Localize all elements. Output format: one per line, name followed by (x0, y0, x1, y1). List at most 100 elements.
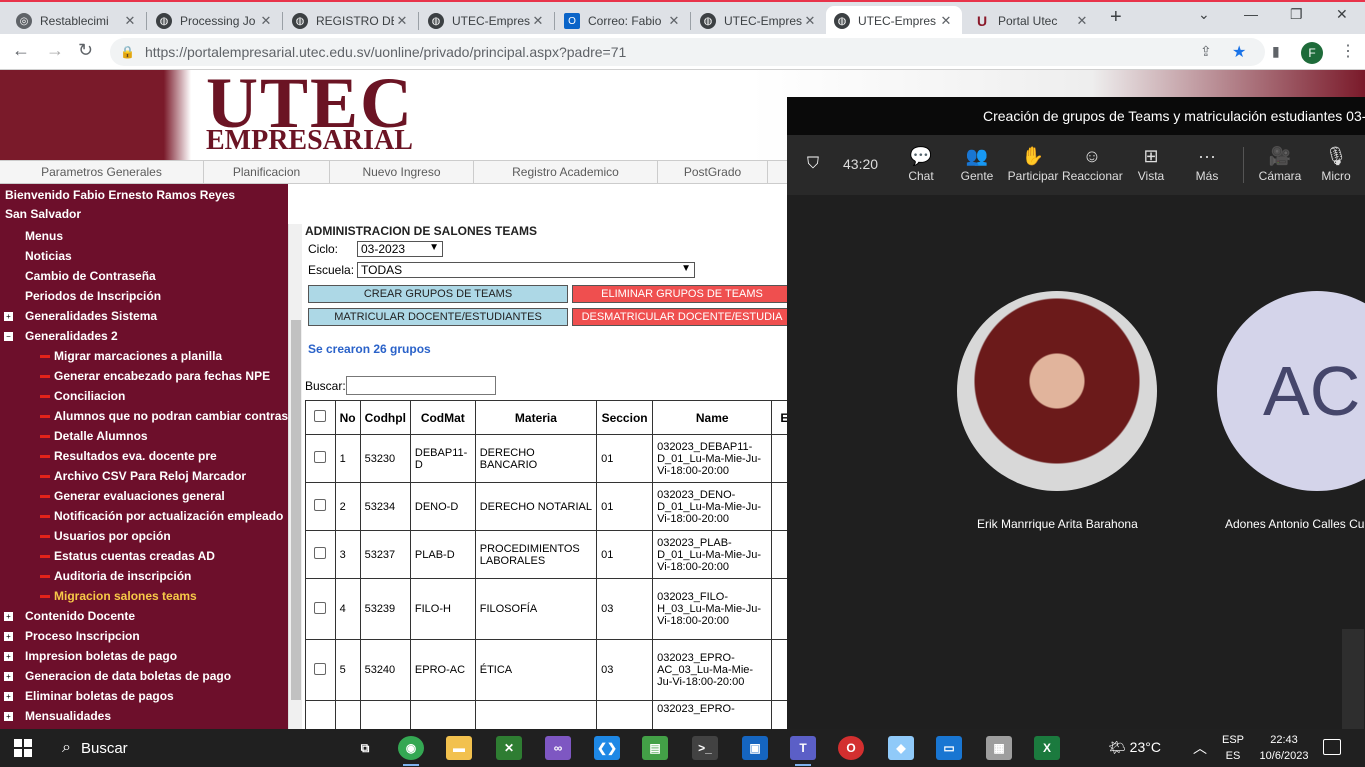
close-tab-icon[interactable]: ✕ (394, 13, 410, 29)
sidebar-item-label[interactable]: Migracion salones teams (54, 589, 197, 603)
ciclo-select[interactable]: 03-2023 ▼ (357, 241, 443, 257)
people-button[interactable]: 👥 Gente (947, 145, 1007, 183)
sidebar-item-label[interactable]: Notificación por actualización empleado (54, 509, 283, 523)
close-tab-icon[interactable]: ✕ (666, 13, 682, 29)
chrome-taskbar-icon[interactable]: ◉ (398, 736, 424, 766)
browser-tab[interactable]: U Portal Utec ✕ (966, 6, 1098, 36)
sidebar-item-label[interactable]: Generalidades Sistema (25, 309, 157, 323)
menu-registro-academico[interactable]: Registro Academico (474, 161, 658, 184)
browser-tab-active[interactable]: ◍ UTEC-Empres ✕ (826, 6, 962, 36)
terminal-icon[interactable]: >_ (692, 736, 718, 760)
browser-tab[interactable]: ◎ Restablecimi ✕ (8, 6, 146, 36)
sidebar-item-label[interactable]: Impresion boletas de pago (25, 649, 177, 663)
sidebar-item-label[interactable]: Estatus cuentas creadas AD (54, 549, 215, 563)
sync-app-icon[interactable]: ✕ (496, 736, 522, 760)
expand-icon[interactable]: + (4, 632, 13, 641)
close-tab-icon[interactable]: ✕ (802, 13, 818, 29)
more-button[interactable]: ··· Más (1177, 145, 1237, 183)
windows-start-button[interactable] (14, 739, 32, 757)
menu-icon[interactable]: ⋮ (1340, 41, 1356, 61)
notes-app-icon[interactable]: ◆ (888, 736, 914, 760)
browser-tab[interactable]: ◍ REGISTRO DE ✕ (284, 6, 418, 36)
expand-icon[interactable]: + (4, 672, 13, 681)
mic-button[interactable]: 🎙 Micro (1306, 145, 1365, 183)
sidebar-item-label[interactable]: Migrar marcaciones a planilla (54, 349, 222, 363)
search-input[interactable] (346, 376, 496, 395)
create-teams-groups-button[interactable]: CREAR GRUPOS DE TEAMS (308, 285, 568, 303)
visual-studio-icon[interactable]: ∞ (545, 736, 571, 760)
sidebar-item-label[interactable]: Generacion de data boletas de pago (25, 669, 231, 683)
teams-icon[interactable]: T (790, 736, 816, 766)
tab-search-icon[interactable]: ⌄ (1198, 6, 1210, 23)
sidebar-item-label[interactable]: Conciliacion (54, 389, 125, 403)
select-all-checkbox[interactable] (314, 410, 327, 422)
calculator-icon[interactable]: ▦ (986, 736, 1012, 760)
browser-tab[interactable]: ◍ UTEC-Empres ✕ (692, 6, 826, 36)
menu-nuevo-ingreso[interactable]: Nuevo Ingreso (330, 161, 474, 184)
row-checkbox[interactable] (314, 451, 327, 463)
sidebar-item-label[interactable]: Cambio de Contraseña (25, 269, 156, 283)
sidebar-item-label[interactable]: Contenido Docente (25, 609, 135, 623)
expand-icon[interactable]: + (4, 612, 13, 621)
unenroll-button[interactable]: DESMATRICULAR DOCENTE/ESTUDIA (572, 308, 792, 326)
task-view-icon[interactable]: ⧉ (352, 736, 378, 760)
file-explorer-icon[interactable]: ▬ (446, 736, 472, 760)
taskbar-search[interactable]: ⌕ Buscar (50, 729, 260, 767)
opera-icon[interactable]: O (838, 736, 864, 760)
close-tab-icon[interactable]: ✕ (530, 13, 546, 29)
row-checkbox[interactable] (314, 499, 327, 511)
menu-postgrado[interactable]: PostGrado (658, 161, 768, 184)
browser-tab[interactable]: O Correo: Fabio ✕ (556, 6, 690, 36)
menu-parametros-generales[interactable]: Parametros Generales (0, 161, 204, 184)
menu-planificacion[interactable]: Planificacion (204, 161, 330, 184)
enroll-button[interactable]: MATRICULAR DOCENTE/ESTUDIANTES (308, 308, 568, 326)
delete-teams-groups-button[interactable]: ELIMINAR GRUPOS DE TEAMS (572, 285, 792, 303)
url-field[interactable]: 🔒 https://portalempresarial.utec.edu.sv/… (110, 38, 1265, 66)
close-tab-icon[interactable]: ✕ (122, 13, 138, 29)
expand-icon[interactable]: + (4, 692, 13, 701)
close-tab-icon[interactable]: ✕ (1074, 13, 1090, 29)
content-scrollbar[interactable] (288, 224, 302, 729)
sidebar-item-label[interactable]: Generar evaluaciones general (54, 489, 225, 503)
new-tab-button[interactable]: + (1110, 6, 1122, 29)
sidebar-item-label[interactable]: Periodos de Inscripción (25, 289, 161, 303)
raise-hand-button[interactable]: ✋ Participar (1003, 145, 1063, 183)
view-button[interactable]: ⊞ Vista (1121, 145, 1181, 183)
close-tab-icon[interactable]: ✕ (938, 13, 954, 29)
sidebar-item-label[interactable]: Proceso Inscripcion (25, 629, 140, 643)
sidebar-item-label[interactable]: Noticias (25, 249, 72, 263)
language-indicator[interactable]: ESP ES (1222, 732, 1244, 764)
row-checkbox[interactable] (314, 547, 327, 559)
window-app-icon[interactable]: ▭ (936, 736, 962, 760)
close-window-button[interactable]: ✕ (1336, 6, 1348, 23)
side-panel-icon[interactable]: ▮ (1272, 43, 1280, 60)
sidebar-item-label[interactable]: Alumnos que no podran cambiar contraseña (54, 409, 309, 423)
sidebar-item-label[interactable]: Eliminar boletas de pagos (25, 689, 174, 703)
sidebar-item-label[interactable]: Archivo CSV Para Reloj Marcador (54, 469, 246, 483)
escuela-select[interactable]: TODAS ▼ (357, 262, 695, 278)
teams-scrollbar[interactable] (1342, 629, 1364, 729)
expand-icon[interactable]: + (4, 712, 13, 721)
sidebar-item-label[interactable]: Usuarios por opción (54, 529, 171, 543)
sidebar-item-label[interactable]: Mensualidades (25, 709, 111, 723)
react-button[interactable]: ☺ Reaccionar (1062, 145, 1123, 183)
row-checkbox[interactable] (314, 662, 327, 675)
bookmark-star-icon[interactable]: ★ (1232, 42, 1246, 62)
restore-button[interactable]: ❐ (1290, 6, 1303, 23)
chart-app-icon[interactable]: ▤ (642, 736, 668, 760)
reload-button[interactable]: ↻ (78, 40, 93, 61)
expand-icon[interactable]: + (4, 312, 13, 321)
camera-button[interactable]: 🎥 Cámara (1250, 145, 1310, 183)
close-tab-icon[interactable]: ✕ (258, 13, 274, 29)
sidebar-item-label[interactable]: Auditoria de inscripción (54, 569, 191, 583)
chat-button[interactable]: 💬 Chat (891, 145, 951, 183)
row-checkbox[interactable] (314, 601, 327, 614)
browser-tab[interactable]: ◍ UTEC-Empres ✕ (420, 6, 554, 36)
sidebar-item-label[interactable]: Resultados eva. docente pre (54, 449, 217, 463)
minimize-button[interactable]: — (1244, 6, 1258, 22)
scrollbar-thumb[interactable] (291, 320, 301, 700)
back-button[interactable]: ← (12, 40, 30, 61)
remote-desktop-icon[interactable]: ▣ (742, 736, 768, 760)
sidebar-item-label[interactable]: Detalle Alumnos (54, 429, 148, 443)
profile-avatar[interactable]: F (1301, 42, 1323, 64)
